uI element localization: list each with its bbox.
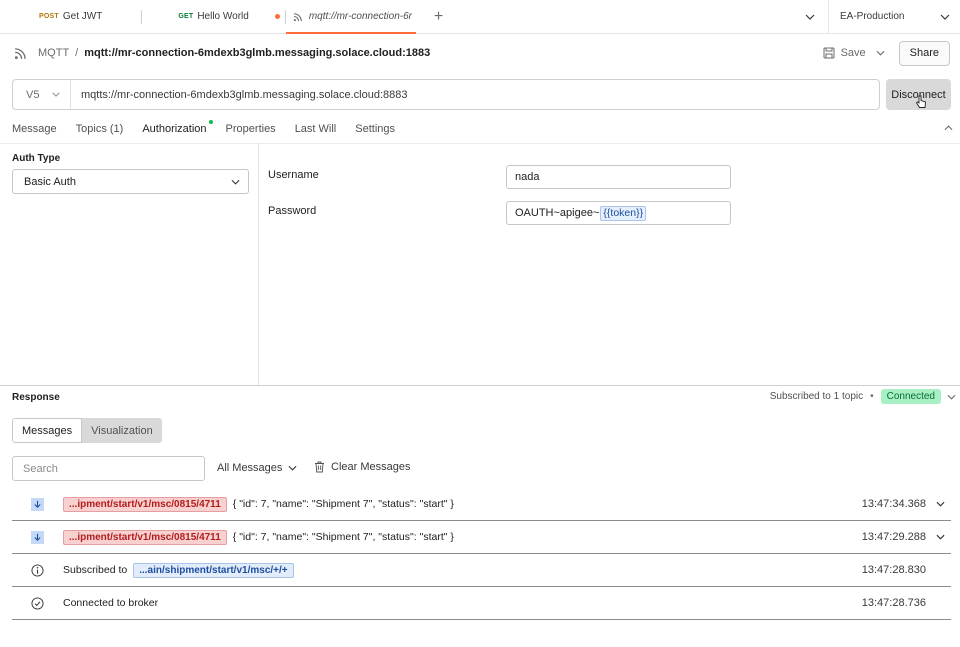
connected-badge: Connected <box>880 389 941 404</box>
response-divider[interactable] <box>0 385 960 386</box>
chevron-down-icon <box>876 50 885 56</box>
request-header: MQTT / mqtt://mr-connection-6mdexb3glmb.… <box>0 34 960 72</box>
tab-message[interactable]: Message <box>12 117 57 143</box>
tab-last-will[interactable]: Last Will <box>295 117 337 143</box>
chevron-down-icon <box>52 92 60 97</box>
info-icon <box>31 563 44 577</box>
tabs-chevron-down-icon[interactable] <box>792 0 828 33</box>
message-payload: { "id": 7, "name": "Shipment 7", "status… <box>232 531 454 543</box>
url-input[interactable]: mqtts://mr-connection-6mdexb3glmb.messag… <box>71 89 408 101</box>
mqtt-icon <box>293 11 304 22</box>
request-tabs: Message Topics (1) Authorization Propert… <box>12 117 414 144</box>
message-timestamp: 13:47:28.830 <box>861 564 926 576</box>
message-filter-select[interactable]: All Messages <box>217 462 297 474</box>
subscribed-count: Subscribed to 1 topic <box>769 391 864 402</box>
messages-view-button[interactable]: Messages <box>12 418 83 443</box>
tab-properties[interactable]: Properties <box>226 117 276 143</box>
new-tab-plus-icon[interactable]: + <box>424 0 453 33</box>
tab-hello-world[interactable]: GET Hello World <box>142 0 261 33</box>
username-label: Username <box>268 169 319 181</box>
hand-cursor-icon <box>915 95 927 112</box>
tab-label: mqtt://mr-connection-6r <box>308 11 412 22</box>
list-item[interactable]: ...ipment/start/v1/msc/0815/4711 { "id":… <box>12 488 951 521</box>
clear-messages-label: Clear Messages <box>331 461 411 473</box>
tab-authorization[interactable]: Authorization <box>142 117 213 144</box>
save-button[interactable]: Save <box>823 47 885 59</box>
username-field[interactable]: nada <box>506 165 731 189</box>
tab-topics[interactable]: Topics (1) <box>76 117 124 143</box>
trash-icon <box>314 461 325 473</box>
message-timestamp: 13:47:29.288 <box>861 531 926 543</box>
status-separator: • <box>870 391 874 402</box>
environment-label: EA-Production <box>840 11 905 22</box>
tab-method: POST <box>39 13 59 20</box>
url-bar: V5 mqtts://mr-connection-6mdexb3glmb.mes… <box>12 79 880 110</box>
chevron-down-icon <box>231 179 240 185</box>
mqtt-version-value: V5 <box>26 88 40 101</box>
tab-mqtt-connection[interactable]: mqtt://mr-connection-6r <box>285 0 416 34</box>
chevron-down-icon <box>947 394 956 400</box>
auth-type-panel: Auth Type Basic Auth <box>0 143 259 385</box>
tab-authorization-label: Authorization <box>142 123 207 135</box>
password-label: Password <box>268 205 317 217</box>
message-timestamp: 13:47:34.368 <box>861 498 926 510</box>
tab-method: GET <box>178 13 194 20</box>
unsaved-dot-icon <box>274 14 280 19</box>
collapse-chevron-up-icon[interactable] <box>944 122 953 134</box>
save-icon <box>823 47 835 59</box>
tab-settings[interactable]: Settings <box>355 117 395 143</box>
tab-get-jwt[interactable]: POST Get JWT <box>0 0 114 33</box>
breadcrumb-separator: / <box>75 47 79 59</box>
password-field[interactable]: OAUTH~apigee~ {{token}} <box>506 201 731 225</box>
message-filter-value: All Messages <box>217 462 283 474</box>
auth-type-value: Basic Auth <box>24 175 76 188</box>
subscription-topic-chip: ...ain/shipment/start/v1/msc/+/+ <box>133 562 294 578</box>
breadcrumb: MQTT / mqtt://mr-connection-6mdexb3glmb.… <box>14 46 430 60</box>
subscribed-text: Subscribed to <box>63 564 128 576</box>
auth-type-select[interactable]: Basic Auth <box>12 169 249 194</box>
message-timestamp: 13:47:28.736 <box>861 597 926 609</box>
incoming-arrow-down-icon <box>31 497 44 511</box>
share-button[interactable]: Share <box>898 40 950 66</box>
request-name[interactable]: mqtt://mr-connection-6mdexb3glmb.messagi… <box>84 47 430 59</box>
save-label: Save <box>840 47 866 59</box>
chevron-down-icon <box>940 14 950 20</box>
breadcrumb-protocol: MQTT <box>38 47 70 59</box>
message-search-input[interactable] <box>12 456 205 481</box>
response-view-toggle: Messages Visualization <box>12 418 162 443</box>
response-title: Response <box>12 392 60 403</box>
clear-messages-button[interactable]: Clear Messages <box>314 461 410 473</box>
visualization-view-button[interactable]: Visualization <box>82 418 162 443</box>
tab-label: Get JWT <box>62 11 103 22</box>
mqtt-version-select[interactable]: V5 <box>13 80 71 109</box>
incoming-arrow-down-icon <box>31 530 44 544</box>
password-variable-chip: {{token}} <box>600 205 647 221</box>
check-circle-icon <box>31 596 44 610</box>
auth-type-title: Auth Type <box>12 153 61 164</box>
message-payload: { "id": 7, "name": "Shipment 7", "status… <box>232 498 454 510</box>
list-item[interactable]: ...ipment/start/v1/msc/0815/4711 { "id":… <box>12 521 951 554</box>
tab-label: Hello World <box>197 11 249 22</box>
expand-chevron-down-icon[interactable] <box>936 534 945 540</box>
list-item[interactable]: Connected to broker 13:47:28.736 <box>12 587 951 620</box>
topic-chip: ...ipment/start/v1/msc/0815/4711 <box>63 529 227 545</box>
message-list: ...ipment/start/v1/msc/0815/4711 { "id":… <box>12 488 951 620</box>
response-status: Subscribed to 1 topic • Connected <box>770 389 956 404</box>
connection-event-text: Connected to broker <box>63 597 159 609</box>
mqtt-icon <box>14 46 28 60</box>
active-indicator-dot-icon <box>208 120 213 124</box>
list-item[interactable]: Subscribed to ...ain/shipment/start/v1/m… <box>12 554 951 587</box>
password-prefix: OAUTH~apigee~ <box>515 207 600 219</box>
topic-chip: ...ipment/start/v1/msc/0815/4711 <box>63 496 227 512</box>
expand-chevron-down-icon[interactable] <box>936 501 945 507</box>
environment-selector[interactable]: EA-Production <box>828 0 960 33</box>
chevron-down-icon <box>288 465 297 471</box>
tab-bar: POST Get JWT GET Hello World mqtt://mr-c… <box>0 0 960 34</box>
